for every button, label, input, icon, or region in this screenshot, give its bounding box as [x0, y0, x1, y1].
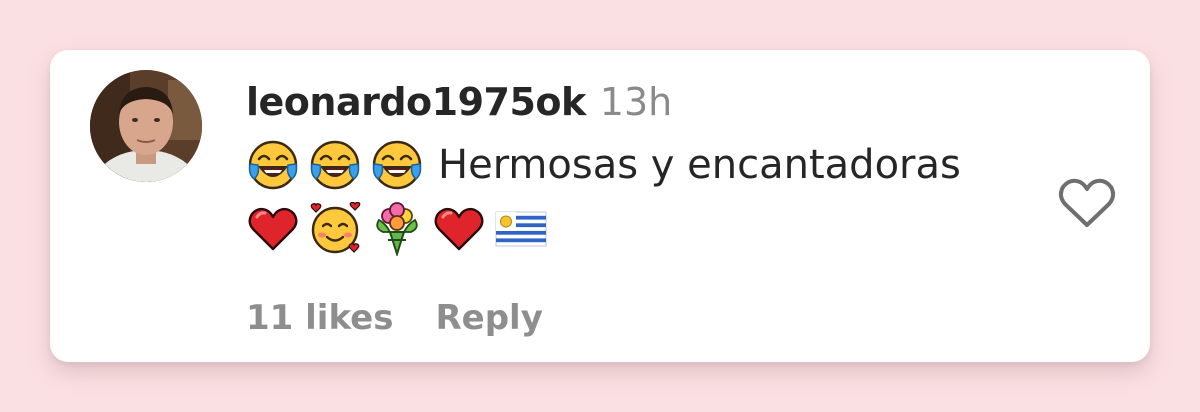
uruguay-flag-icon — [495, 211, 547, 247]
comment-text: Hermosas y encantadoras — [438, 142, 961, 188]
comment-text-line: Hermosas y encantadoras — [246, 138, 1036, 192]
face-with-tears-of-joy-icon — [310, 140, 360, 190]
like-button[interactable] — [1056, 174, 1118, 232]
face-with-tears-of-joy-icon — [372, 140, 422, 190]
smiling-face-with-hearts-icon — [310, 202, 361, 254]
reply-button[interactable]: Reply — [435, 298, 542, 338]
comment-emoji-line — [246, 202, 1036, 256]
face-with-tears-of-joy-icon — [248, 140, 298, 190]
comment-header: leonardo1975ok 13h — [246, 80, 1036, 124]
comment-content: leonardo1975ok 13h Hermosas y encantador… — [246, 80, 1036, 256]
likes-count-link[interactable]: 11 likes — [246, 298, 393, 338]
comment-timestamp[interactable]: 13h — [600, 80, 672, 124]
heart-outline-icon — [1058, 178, 1116, 227]
red-heart-icon — [434, 207, 484, 251]
user-avatar[interactable] — [90, 70, 202, 182]
avatar-image — [90, 70, 202, 182]
comment-actions: 11 likes Reply — [246, 298, 543, 338]
username-link[interactable]: leonardo1975ok — [246, 80, 586, 124]
comment-card: leonardo1975ok 13h Hermosas y encantador… — [50, 50, 1150, 362]
bouquet-icon — [376, 202, 418, 256]
red-heart-icon — [248, 207, 298, 251]
